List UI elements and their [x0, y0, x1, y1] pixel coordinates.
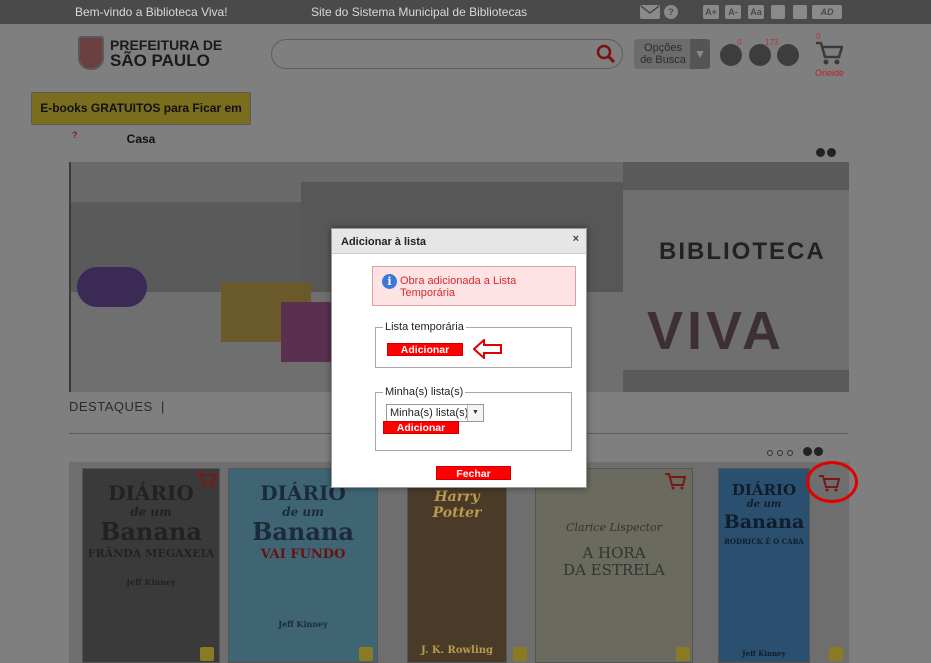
highlights-carousel: DIÁRIO de um Banana FRÂNDA MEGAXEIA Jeff…: [69, 462, 849, 663]
logo-line-2: SÃO PAULO: [110, 51, 210, 70]
search-options-label: Opções de Busca: [640, 42, 686, 66]
notifications-count: 0: [737, 38, 742, 47]
alert-text: Obra adicionada a Lista Temporária: [400, 275, 517, 299]
welcome-text: Bem-vindo a Biblioteca Viva!: [75, 5, 228, 19]
highlights-title: DESTAQUES |: [69, 399, 165, 414]
add-my-list-button[interactable]: Adicionar: [383, 421, 459, 434]
close-icon[interactable]: ×: [573, 233, 579, 245]
biblioteca-viva-logo: BIBLIOTECA VIVA: [623, 190, 849, 370]
prev-arrow-icon[interactable]: [816, 148, 825, 157]
brand-top-text: BIBLIOTECA: [659, 238, 826, 265]
book-author: Clarice Lispector: [566, 521, 662, 534]
book-cover[interactable]: DIÁRIO de um Banana VAI FUNDO Jeff Kinne…: [228, 468, 378, 663]
book-title: Banana: [100, 517, 202, 546]
next-arrow-icon[interactable]: [827, 148, 836, 157]
contrast-alt-icon[interactable]: [793, 5, 807, 19]
highlights-label: DESTAQUES: [69, 399, 153, 414]
highlights-separator: |: [160, 399, 165, 414]
book-cover[interactable]: Clarice Lispector A HORA DA ESTRELA: [535, 468, 693, 663]
book-cover[interactable]: DIÁRIO de um Banana FRÂNDA MEGAXEIA Jeff…: [82, 468, 220, 663]
my-lists-select[interactable]: Minha(s) lista(s) ▼: [386, 404, 484, 422]
book-title: Banana: [252, 517, 354, 546]
header: PREFEITURA DE SÃO PAULO Opções de Busca …: [0, 24, 931, 86]
help-link[interactable]: ?: [72, 130, 78, 140]
book-subtitle: RODRICK É O CARA: [724, 537, 804, 546]
book-subtitle: FRÂNDA MEGAXEIA: [87, 547, 215, 560]
my-lists-legend: Minha(s) lista(s): [385, 386, 464, 398]
chevron-down-icon: ▼: [690, 39, 710, 69]
book-format-badge: [513, 647, 527, 661]
book-cover[interactable]: Harry Potter J. K. Rowling: [407, 468, 507, 663]
notifications-icon[interactable]: [720, 44, 742, 66]
page-dot[interactable]: [787, 450, 793, 456]
envelope-icon[interactable]: [640, 5, 660, 19]
book-author: Jeff Kinney: [126, 577, 176, 587]
ebooks-button[interactable]: E-books GRATUITOS para Ficar em Casa: [31, 92, 251, 146]
cart-icon[interactable]: [815, 40, 843, 66]
search-box: [271, 39, 623, 69]
font-decrease-icon[interactable]: A-: [725, 5, 741, 19]
success-alert: i Obra adicionada a Lista Temporária: [372, 266, 576, 306]
messages-count: 173: [765, 38, 779, 47]
info-icon: i: [382, 274, 397, 289]
add-to-cart-icon[interactable]: [195, 470, 217, 488]
book-title: DA ESTRELA: [563, 561, 665, 579]
user-icon[interactable]: [777, 44, 799, 66]
prefeitura-logo[interactable]: PREFEITURA DE SÃO PAULO: [78, 36, 222, 70]
prev-arrow-icon[interactable]: [803, 447, 813, 456]
book-author: Jeff Kinney: [742, 649, 786, 658]
book-format-badge: [829, 647, 843, 661]
font-increase-icon[interactable]: A+: [703, 5, 719, 19]
top-bar: Bem-vindo a Biblioteca Viva! Site do Sis…: [0, 0, 931, 24]
close-button[interactable]: Fechar: [436, 466, 511, 480]
book-author: J. K. Rowling: [420, 645, 494, 656]
page-dot[interactable]: [767, 450, 773, 456]
cushion-image: [77, 267, 147, 307]
book-subtitle: VAI FUNDO: [260, 547, 346, 562]
my-lists-select-value: Minha(s) lista(s): [390, 407, 469, 419]
add-temp-list-button[interactable]: Adicionar: [387, 343, 463, 356]
book-format-badge: [200, 647, 214, 661]
brand-bottom-text: VIVA: [647, 301, 786, 361]
book-title: de um: [746, 499, 782, 510]
book-title: DIÁRIO: [731, 481, 797, 499]
book-title: Harry Potter: [432, 489, 482, 521]
book-format-badge: [359, 647, 373, 661]
page-dot[interactable]: [777, 450, 783, 456]
site-link[interactable]: Site do Sistema Municipal de Bibliotecas: [311, 5, 527, 19]
arrow-left-icon: [473, 339, 502, 359]
font-reset-icon[interactable]: Aa: [748, 5, 764, 19]
ad-icon[interactable]: AD: [812, 5, 842, 19]
banner-pager: [814, 144, 836, 162]
next-arrow-icon[interactable]: [814, 447, 824, 456]
help-icon[interactable]: ?: [664, 5, 678, 19]
book-cover[interactable]: DIÁRIO de um Banana RODRICK É O CARA Jef…: [718, 468, 810, 663]
highlight-circle: [806, 461, 858, 503]
chevron-down-icon: ▼: [467, 405, 483, 421]
messages-icon[interactable]: [749, 44, 771, 66]
add-to-cart-icon[interactable]: [664, 472, 686, 490]
highlights-pager: [763, 443, 824, 461]
book-author: Jeff Kinney: [278, 619, 328, 629]
contrast-icon[interactable]: [771, 5, 785, 19]
dialog-header: Adicionar à lista ×: [332, 229, 586, 254]
dialog-title: Adicionar à lista: [341, 236, 426, 248]
book-format-badge: [676, 647, 690, 661]
coat-of-arms-icon: [78, 36, 104, 70]
search-icon[interactable]: [596, 44, 616, 64]
user-name[interactable]: Oneide: [815, 68, 844, 78]
book-title: A HORA: [582, 544, 646, 562]
search-options-button[interactable]: Opções de Busca ▼: [634, 39, 710, 69]
add-to-list-dialog: Adicionar à lista × i Obra adicionada a …: [331, 228, 587, 488]
temp-list-legend: Lista temporária: [385, 321, 464, 333]
book-title: Banana: [723, 511, 805, 533]
search-input[interactable]: [284, 45, 584, 65]
page: Bem-vindo a Biblioteca Viva! Site do Sis…: [0, 0, 931, 663]
